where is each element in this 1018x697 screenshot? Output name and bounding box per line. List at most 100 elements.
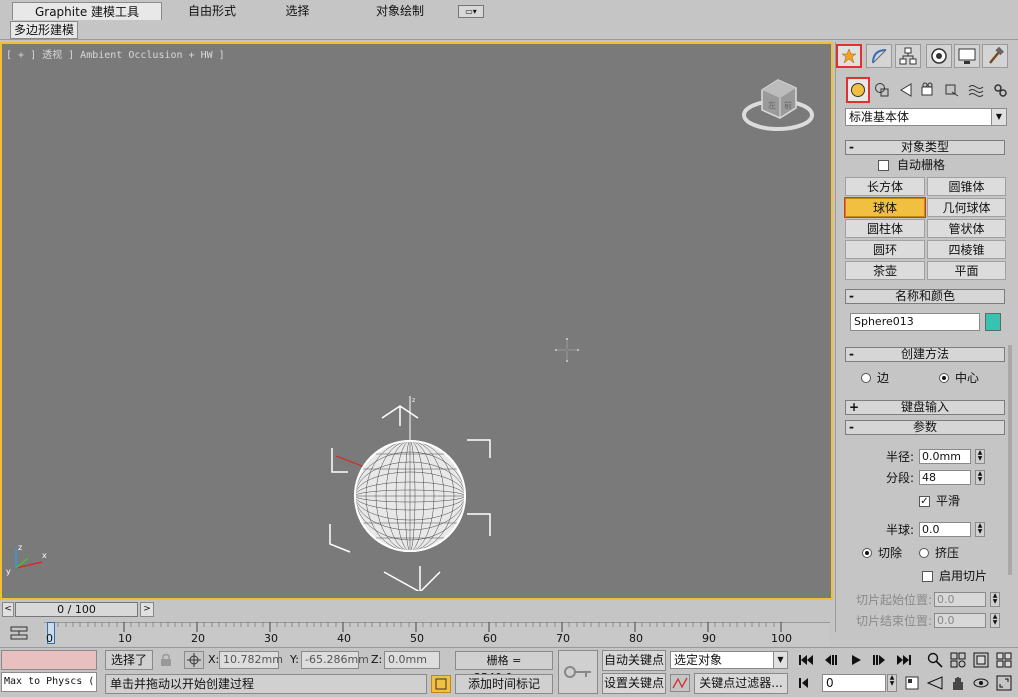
maxscript-listener[interactable]: Max to Physcs ( (1, 672, 97, 692)
set-key-button[interactable]: 设置关键点 (602, 673, 666, 694)
y-label: Y: (290, 653, 299, 666)
subcat-spacewarps[interactable] (966, 79, 986, 101)
maximize-viewport-button[interactable] (994, 674, 1014, 692)
time-slider-prev[interactable]: < (2, 602, 14, 617)
track-icon (10, 626, 28, 640)
radius-spinner[interactable]: 0.0mm (919, 449, 971, 464)
subcat-lights[interactable] (896, 79, 916, 101)
tab-freeform[interactable]: 自由形式 (172, 2, 252, 20)
ribbon-options-dropdown[interactable]: ▭▾ (458, 5, 484, 18)
curve-editor-toggle[interactable] (6, 623, 32, 643)
panel-scrollbar[interactable] (1008, 345, 1012, 575)
edge-radio[interactable] (861, 373, 871, 383)
subcat-helpers[interactable] (942, 79, 962, 101)
smooth-checkbox[interactable]: ✓ (919, 496, 930, 507)
selection-lock-toggle[interactable] (156, 651, 176, 669)
tab-motion[interactable] (926, 44, 952, 68)
subcat-geometry[interactable] (846, 77, 870, 103)
viewport-label[interactable]: [ + ] 透视 ] Ambient Occlusion + HW ] (6, 46, 225, 61)
tab-object-paint[interactable]: 对象绘制 (345, 2, 455, 20)
tab-utilities[interactable] (982, 44, 1008, 68)
tab-create[interactable] (836, 44, 862, 68)
key-mode-toggle[interactable] (796, 674, 816, 692)
maxscript-listener-pink[interactable] (1, 650, 97, 670)
zoom-all-button[interactable] (948, 651, 968, 669)
hemisphere-spinner-arrows[interactable]: ▲ ▼ (975, 522, 985, 537)
tube-button[interactable]: 管状体 (927, 219, 1006, 238)
segments-spinner-arrows[interactable]: ▲ ▼ (975, 470, 985, 485)
squash-radio[interactable] (919, 548, 929, 558)
pan-button[interactable] (948, 674, 968, 692)
torus-button[interactable]: 圆环 (845, 240, 925, 259)
zoom-button[interactable] (925, 651, 945, 669)
tab-hierarchy[interactable] (895, 44, 921, 68)
play-button[interactable] (846, 651, 866, 669)
key-filters-button[interactable]: 关键点过滤器... (694, 673, 788, 694)
sphere-button[interactable]: 球体 (844, 197, 926, 218)
center-radio[interactable] (939, 373, 949, 383)
subcat-cameras[interactable] (918, 79, 938, 101)
sphere-object[interactable]: z (322, 396, 497, 591)
slice-on-label: 启用切片 (939, 569, 988, 583)
slice-to-arrows[interactable]: ▲ ▼ (990, 613, 1000, 628)
time-config-button[interactable] (902, 674, 922, 692)
go-to-end-button[interactable] (894, 651, 914, 669)
subcat-systems[interactable] (990, 79, 1010, 101)
tab-graphite[interactable]: Graphite 建模工具 (12, 2, 162, 20)
autogrid-checkbox[interactable] (878, 160, 889, 171)
box-button[interactable]: 长方体 (845, 177, 925, 196)
set-key-mode-button[interactable] (558, 650, 598, 694)
z-coordinate-field[interactable]: 0.0mm (384, 651, 440, 669)
auto-key-button[interactable]: 自动关键点 (602, 650, 666, 671)
tick-label-60: 60 (483, 632, 497, 645)
time-tag-toggle[interactable] (431, 675, 451, 693)
current-frame-field[interactable]: 0 (822, 674, 886, 692)
tab-display[interactable] (954, 44, 980, 68)
absolute-mode-toggle[interactable] (184, 651, 204, 669)
chop-radio[interactable] (862, 548, 872, 558)
cone-button[interactable]: 圆锥体 (927, 177, 1006, 196)
category-dropdown[interactable]: 标准基本体 ▼ (845, 108, 1007, 126)
rollout-keyboard-entry[interactable]: + 键盘输入 (845, 400, 1005, 415)
zoom-extents-button[interactable] (971, 651, 991, 669)
slice-to-spinner[interactable]: 0.0 (934, 613, 986, 628)
slice-on-checkbox[interactable] (922, 571, 933, 582)
zoom-extents-all-button[interactable] (994, 651, 1014, 669)
geosphere-button[interactable]: 几何球体 (927, 198, 1006, 217)
current-frame-arrows[interactable]: ▲ ▼ (887, 674, 897, 692)
rollout-parameters[interactable]: - 参数 (845, 420, 1005, 435)
subcat-shapes[interactable] (872, 79, 892, 101)
time-slider[interactable]: 0 / 100 (15, 602, 138, 617)
time-slider-next[interactable]: > (140, 602, 154, 617)
hemisphere-spinner[interactable]: 0.0 (919, 522, 971, 537)
next-frame-button[interactable] (868, 651, 888, 669)
teapot-button[interactable]: 茶壶 (845, 261, 925, 280)
segments-spinner[interactable]: 48 (919, 470, 971, 485)
key-selection-dropdown[interactable]: 选定对象 ▼ (670, 651, 788, 669)
slice-from-spinner[interactable]: 0.0 (934, 592, 986, 607)
cylinder-button[interactable]: 圆柱体 (845, 219, 925, 238)
helper-icon (945, 84, 959, 97)
y-coordinate-field[interactable]: -65.286mm (301, 651, 369, 669)
slice-from-arrows[interactable]: ▲ ▼ (990, 592, 1000, 607)
orbit-button[interactable] (971, 674, 991, 692)
plane-button[interactable]: 平面 (927, 261, 1006, 280)
rollout-object-type[interactable]: - 对象类型 (845, 140, 1005, 155)
tab-selection[interactable]: 选择 (270, 2, 325, 20)
radius-spinner-arrows[interactable]: ▲ ▼ (975, 449, 985, 464)
rollout-name-color[interactable]: - 名称和颜色 (845, 289, 1005, 304)
add-time-tag-button[interactable]: 添加时间标记 (455, 674, 553, 694)
go-to-start-button[interactable] (796, 651, 816, 669)
x-coordinate-field[interactable]: 10.782mm (219, 651, 283, 669)
pyramid-button[interactable]: 四棱锥 (927, 240, 1006, 259)
viewcube[interactable]: 左 前 (740, 70, 816, 136)
subtab-polygon-modeling[interactable]: 多边形建模 (10, 21, 78, 39)
tick-label-70: 70 (556, 632, 570, 645)
prev-frame-button[interactable] (822, 651, 842, 669)
rollout-creation-method[interactable]: - 创建方法 (845, 347, 1005, 362)
field-of-view-button[interactable] (925, 674, 945, 692)
object-name-field[interactable]: Sphere013 (850, 313, 980, 331)
default-tangent-button[interactable] (670, 674, 690, 692)
tab-modify[interactable] (866, 44, 892, 68)
object-color-swatch[interactable] (985, 313, 1001, 331)
